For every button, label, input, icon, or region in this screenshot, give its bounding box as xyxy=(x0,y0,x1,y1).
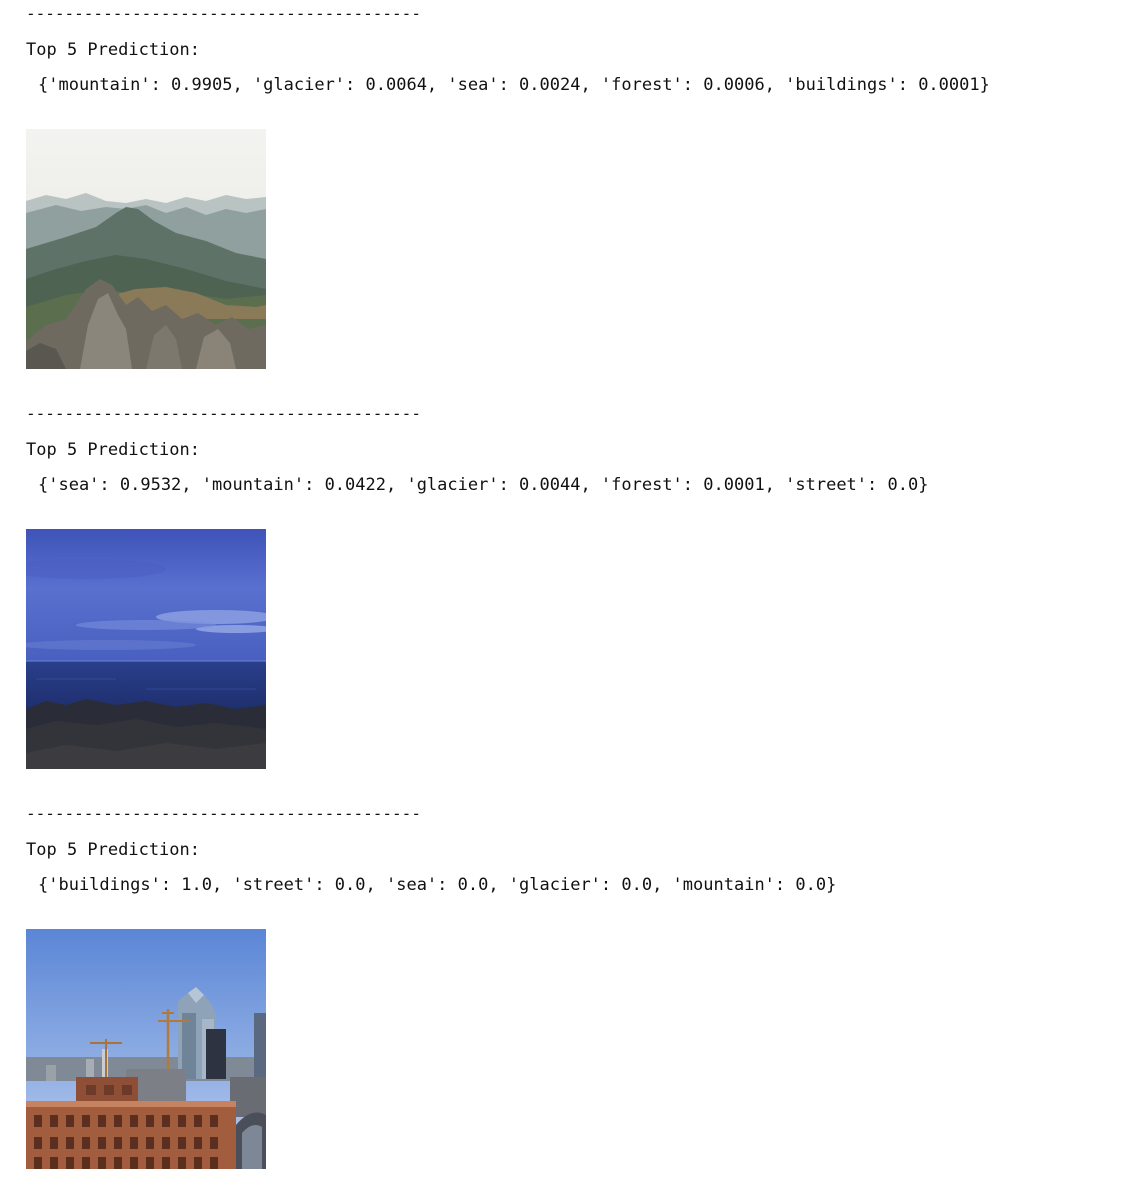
prediction-block: ----------------------------------------… xyxy=(26,800,1124,1200)
prediction-values: {'mountain': 0.9905, 'glacier': 0.0064, … xyxy=(38,75,990,95)
prediction-values: {'sea': 0.9532, 'mountain': 0.0422, 'gla… xyxy=(38,475,929,495)
prediction-heading: Top 5 Prediction: xyxy=(26,440,200,460)
prediction-heading: Top 5 Prediction: xyxy=(26,840,200,860)
buildings-image xyxy=(26,929,266,1169)
divider-line: ----------------------------------------… xyxy=(26,4,421,23)
prediction-block: ----------------------------------------… xyxy=(26,400,1124,800)
divider-line: ----------------------------------------… xyxy=(26,804,421,823)
notebook-output-area: ----------------------------------------… xyxy=(26,0,1124,1200)
sea-image xyxy=(26,529,266,769)
prediction-values: {'buildings': 1.0, 'street': 0.0, 'sea':… xyxy=(38,875,837,895)
divider-line: ----------------------------------------… xyxy=(26,404,421,423)
mountain-image xyxy=(26,129,266,369)
prediction-block: ----------------------------------------… xyxy=(26,0,1124,400)
prediction-heading: Top 5 Prediction: xyxy=(26,40,200,60)
